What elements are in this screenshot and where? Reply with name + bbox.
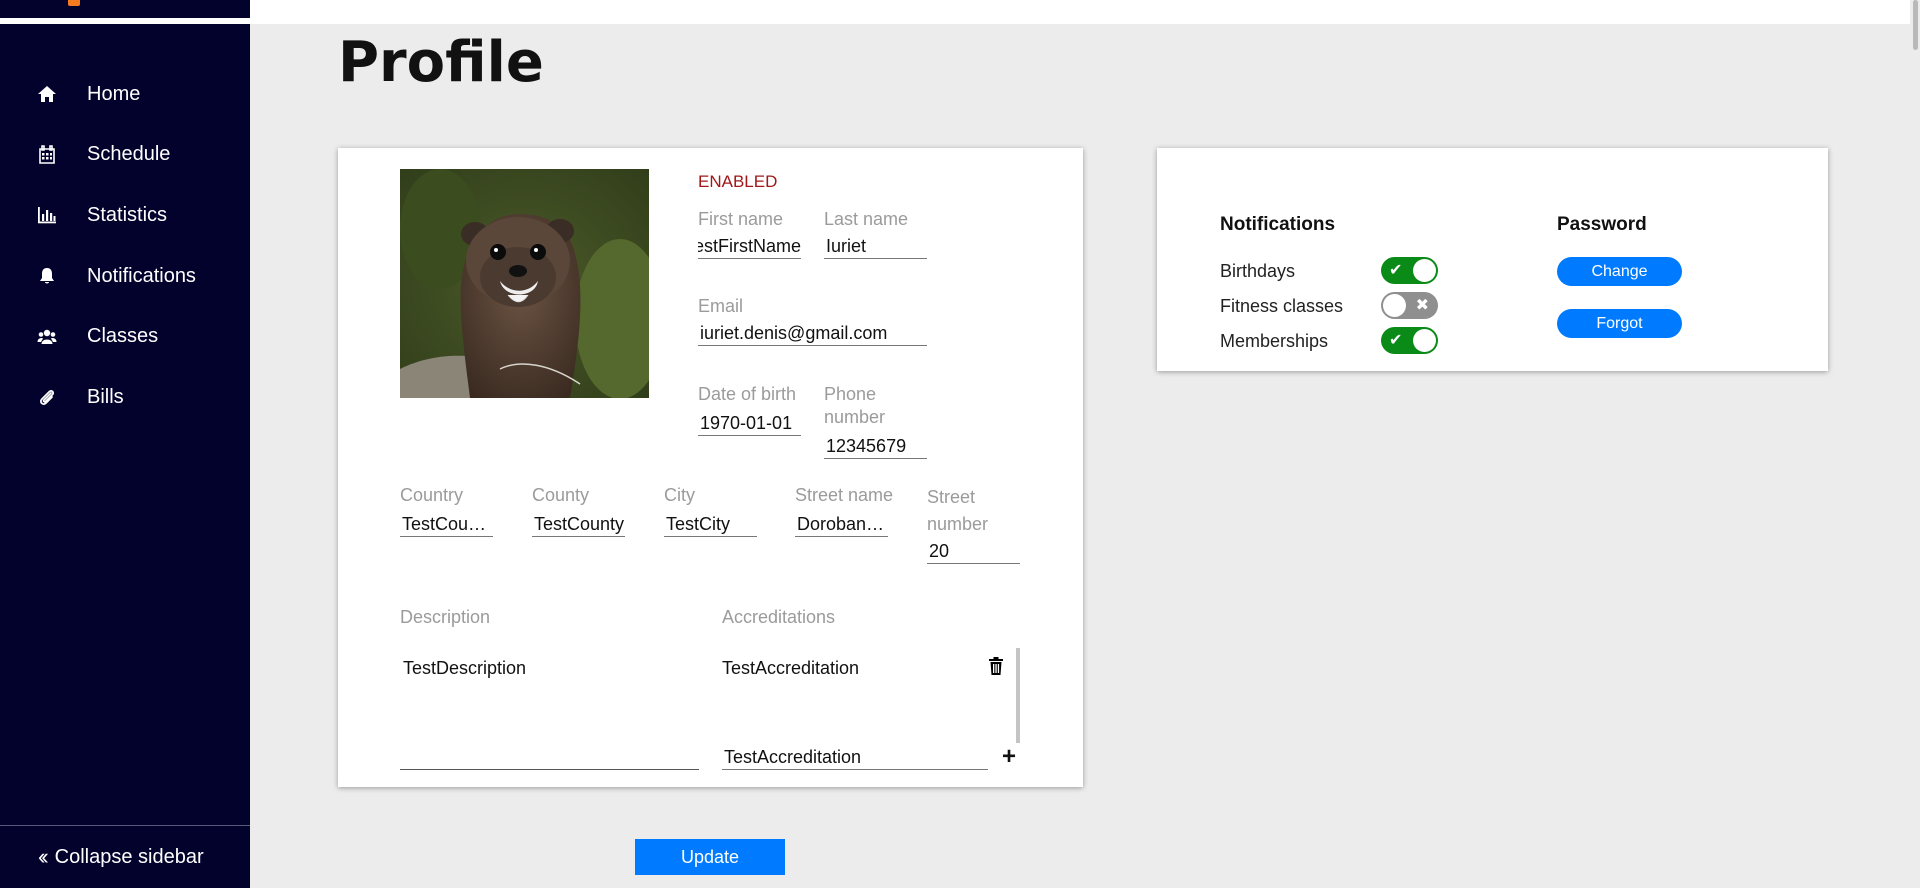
- plus-icon: +: [1002, 743, 1017, 770]
- toggle-knob: [1413, 259, 1436, 282]
- accreditation-item: TestAccreditation: [722, 658, 860, 678]
- email-field[interactable]: iuriet.denis@gmail.com: [698, 320, 927, 346]
- sidebar-item-schedule[interactable]: Schedule: [0, 125, 250, 186]
- profile-card: ENABLED First name estFirstName Last nam…: [338, 148, 1083, 787]
- county-label: County: [532, 485, 590, 505]
- sidebar-item-statistics[interactable]: Statistics: [0, 185, 250, 246]
- sidebar-item-label: Statistics: [87, 203, 168, 226]
- forgot-password-button[interactable]: Forgot: [1557, 309, 1682, 338]
- city-label: City: [664, 485, 695, 505]
- collapse-sidebar-label: Collapse sidebar: [54, 845, 204, 868]
- sidebar-item-bills[interactable]: Bills: [0, 367, 250, 428]
- accreditations-label: Accreditations: [722, 607, 836, 627]
- settings-card: Notifications Birthdays ✔ Fitness classe…: [1157, 148, 1828, 371]
- top-bar: [250, 0, 1920, 24]
- toggle-fitness-classes[interactable]: ✖: [1381, 292, 1438, 319]
- street-name-label: Street name: [795, 485, 894, 505]
- notifications-title: Notifications: [1220, 214, 1336, 235]
- logo-mark-icon: [68, 0, 80, 6]
- toggle-knob: [1383, 294, 1406, 317]
- street-number-field[interactable]: 20: [927, 538, 1020, 564]
- notification-label-memberships: Memberships: [1220, 331, 1329, 351]
- password-title: Password: [1557, 214, 1647, 235]
- sidebar-item-label: Home: [87, 82, 141, 105]
- sidebar-item-classes[interactable]: Classes: [0, 306, 250, 367]
- users-icon: [36, 326, 58, 348]
- phone-label-line2: number: [824, 407, 886, 427]
- sidebar: Home Schedule Statistics Notifications C…: [0, 0, 250, 888]
- collapse-sidebar-button[interactable]: ‹‹ Collapse sidebar: [0, 825, 250, 888]
- email-label: Email: [698, 296, 744, 316]
- first-name-field[interactable]: estFirstName: [698, 233, 801, 259]
- last-name-field[interactable]: Iuriet: [824, 233, 927, 259]
- city-field[interactable]: TestCity: [664, 511, 757, 537]
- accreditations-scrollbar[interactable]: [1016, 648, 1020, 743]
- page-title: Profile: [338, 30, 544, 95]
- toggle-memberships[interactable]: ✔: [1381, 327, 1438, 354]
- page-scrollbar[interactable]: [1910, 0, 1920, 888]
- x-icon: ✖: [1415, 297, 1429, 314]
- last-name-label: Last name: [824, 209, 909, 229]
- street-name-field[interactable]: Doroban…: [795, 511, 888, 537]
- description-textarea[interactable]: TestDescription: [400, 648, 699, 770]
- country-label: Country: [400, 485, 464, 505]
- toggle-birthdays[interactable]: ✔: [1381, 257, 1438, 284]
- toggle-knob: [1413, 329, 1436, 352]
- sidebar-nav: Home Schedule Statistics Notifications C…: [0, 64, 250, 428]
- delete-accreditation-button[interactable]: [988, 656, 1004, 676]
- notification-label-birthdays: Birthdays: [1220, 261, 1296, 281]
- paperclip-icon: [36, 386, 58, 408]
- first-name-label: First name: [698, 209, 784, 229]
- calendar-icon: [36, 144, 58, 166]
- add-accreditation-button[interactable]: +: [1002, 745, 1016, 769]
- street-number-label-line2: number: [927, 514, 989, 534]
- account-status: ENABLED: [698, 172, 778, 191]
- date-of-birth-field[interactable]: 1970-01-01: [698, 410, 801, 436]
- home-icon: [36, 83, 58, 105]
- phone-number-field[interactable]: 12345679: [824, 433, 927, 459]
- profile-photo[interactable]: [400, 169, 649, 398]
- street-number-label: Street number: [927, 484, 988, 538]
- phone-label-line1: Phone: [824, 384, 877, 404]
- new-accreditation-input[interactable]: TestAccreditation: [722, 744, 988, 770]
- date-of-birth-label: Date of birth: [698, 384, 797, 404]
- sidebar-item-label: Classes: [87, 325, 159, 348]
- country-field[interactable]: TestCou…: [400, 511, 493, 537]
- check-icon: ✔: [1389, 262, 1403, 279]
- page-scrollbar-thumb[interactable]: [1913, 0, 1918, 50]
- trash-icon: [989, 657, 1003, 675]
- phone-number-label: Phone number: [824, 383, 885, 429]
- street-number-label-line1: Street: [927, 487, 976, 507]
- sidebar-item-label: Bills: [87, 385, 124, 408]
- bell-icon: [36, 265, 58, 287]
- logo[interactable]: [0, 0, 250, 18]
- sidebar-item-notifications[interactable]: Notifications: [0, 246, 250, 307]
- check-icon: ✔: [1389, 332, 1403, 349]
- sidebar-item-label: Schedule: [87, 143, 171, 166]
- description-label: Description: [400, 607, 491, 627]
- update-button[interactable]: Update: [635, 839, 785, 875]
- change-password-button[interactable]: Change: [1557, 257, 1682, 286]
- bar-chart-icon: [36, 204, 58, 226]
- logo-divider: [0, 18, 250, 24]
- county-field[interactable]: TestCounty: [532, 511, 625, 537]
- notification-label-fitness-classes: Fitness classes: [1220, 296, 1344, 316]
- sidebar-item-home[interactable]: Home: [0, 64, 250, 125]
- sidebar-item-label: Notifications: [87, 264, 196, 287]
- double-chevron-left-icon: ‹‹: [38, 844, 48, 869]
